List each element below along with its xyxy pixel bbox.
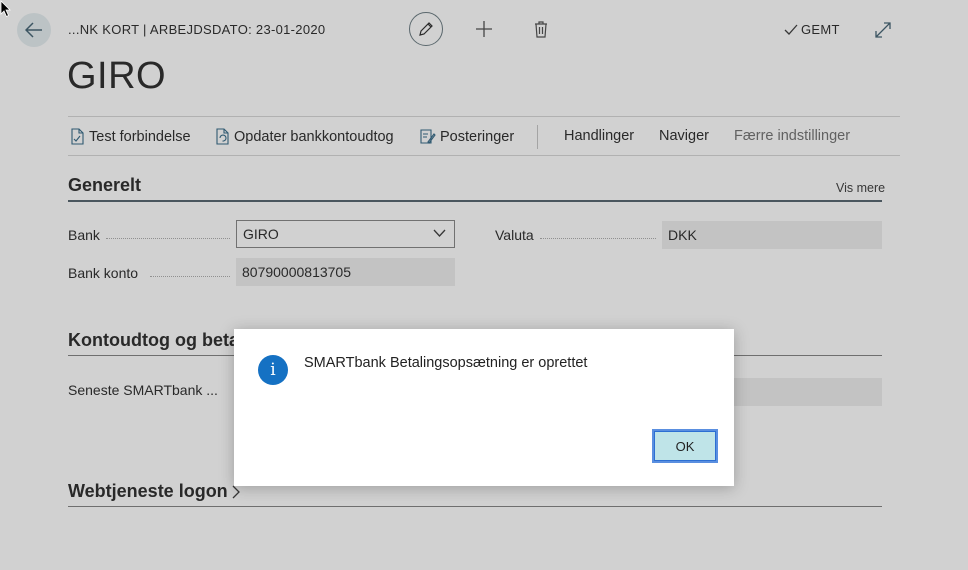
mouse-cursor-icon	[0, 0, 11, 18]
page: ...NK KORT | ARBEJDSDATO: 23-01-2020 GIR…	[0, 0, 968, 570]
ok-button[interactable]: OK	[652, 429, 718, 463]
info-icon: i	[258, 355, 288, 385]
dialog-message: SMARTbank Betalingsopsætning er oprettet	[304, 355, 588, 371]
info-dialog: i SMARTbank Betalingsopsætning er oprett…	[234, 329, 734, 486]
